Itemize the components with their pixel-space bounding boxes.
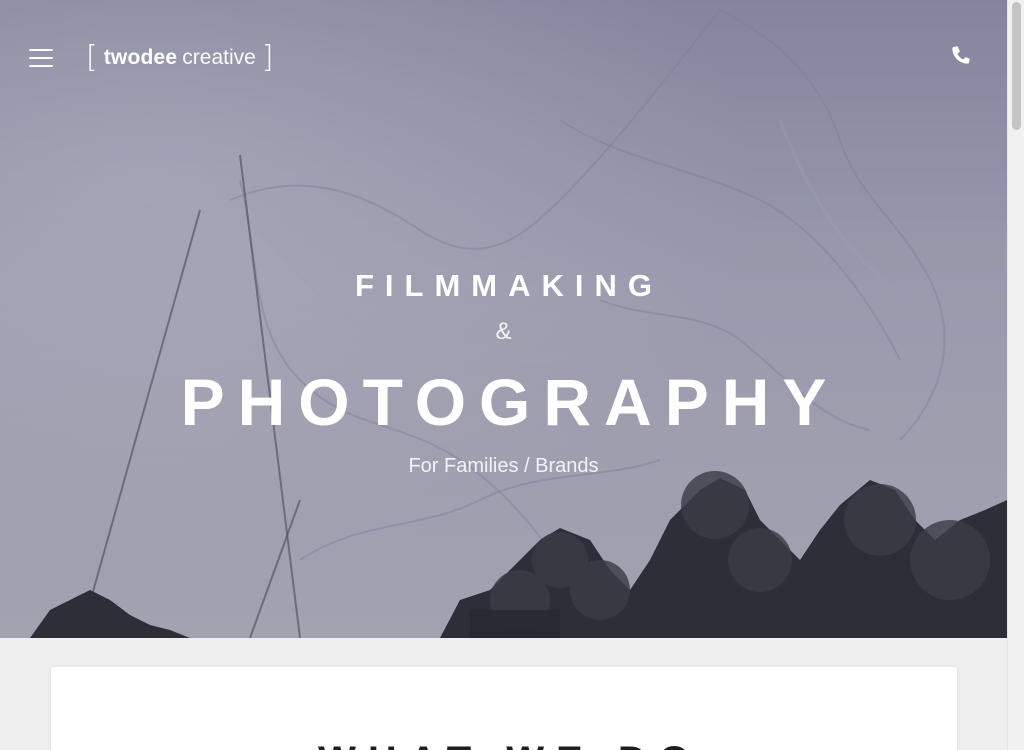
hero-subline: For Families / Brands [408,455,599,477]
what-we-do-card: WHAT WE DO [51,667,957,750]
hero-headline: PHOTOGRAPHY [180,365,840,439]
logo-bracket-close: ] [261,40,274,75]
phone-icon [952,46,970,64]
scrollbar-thumb[interactable] [1012,2,1021,130]
logo-word-twodee: twodee [103,46,178,69]
vertical-scrollbar[interactable] [1007,0,1024,750]
page: [ twodee creative ] FILMMAKING & PHOTOGR… [0,0,1024,750]
hamburger-menu-icon-bar-middle [29,57,53,59]
hero-kicker: FILMMAKING [354,268,664,303]
hamburger-menu-icon [29,49,53,51]
section-title: WHAT WE DO [51,739,957,750]
hero-ampersand: & [495,318,512,345]
hamburger-menu-icon-bar-bottom [29,65,53,67]
site-logo[interactable]: [ twodee creative ] [86,42,274,74]
logo-word-creative: creative [182,46,256,69]
menu-button[interactable] [27,46,55,68]
logo-bracket-open: [ [86,40,98,75]
phone-button[interactable] [948,42,976,68]
hero-section: [ twodee creative ] FILMMAKING & PHOTOGR… [0,0,1007,638]
